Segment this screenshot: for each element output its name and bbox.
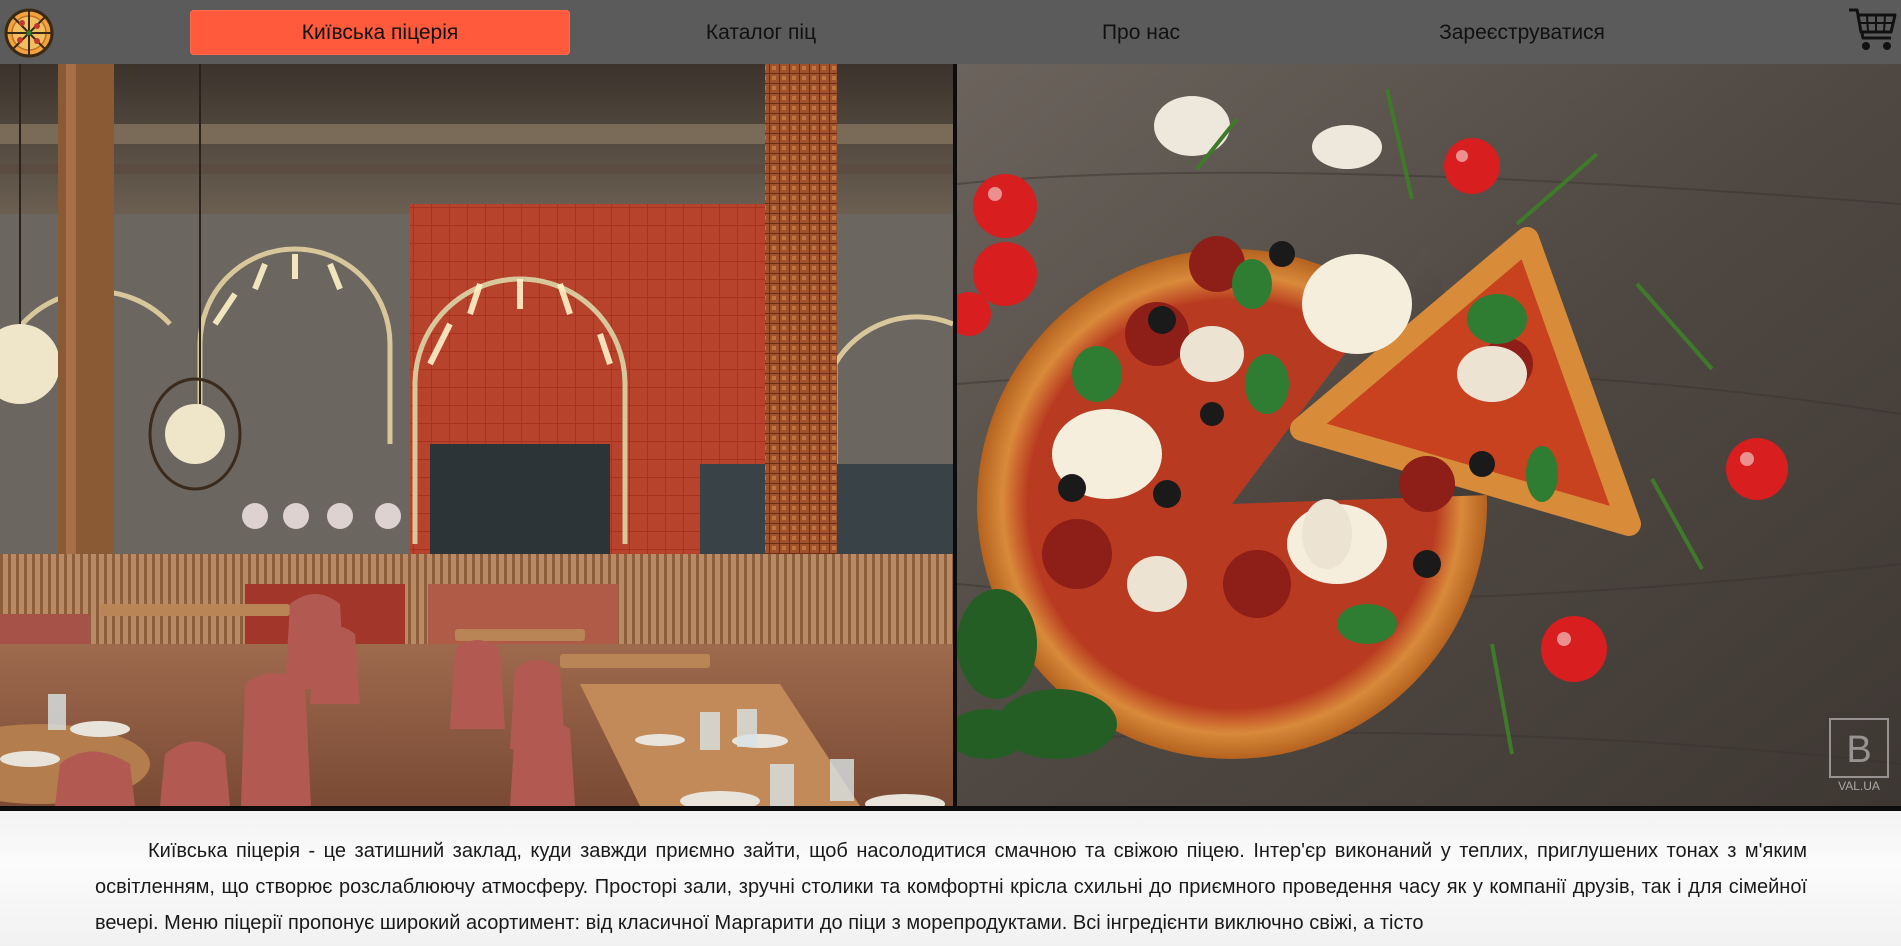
nav-home[interactable]: Київська піцерія [190, 10, 570, 55]
description-section: Київська піцерія - це затишний заклад, к… [0, 811, 1901, 946]
svg-text:B: B [1846, 729, 1871, 771]
nav-home-label: Київська піцерія [301, 20, 459, 44]
description-text: Київська піцерія - це затишний заклад, к… [95, 840, 1807, 934]
pizza-photo-image: B VAL.UA [957, 64, 1901, 806]
nav-register-label: Зареєструватися [1439, 20, 1605, 44]
nav-catalog-label: Каталог піц [705, 20, 817, 44]
shopping-cart-icon[interactable] [1847, 4, 1899, 56]
nav-catalog[interactable]: Каталог піц [571, 10, 951, 55]
top-navbar: Київська піцерія Каталог піц Про нас Зар… [0, 0, 1901, 64]
nav-register[interactable]: Зареєструватися [1332, 10, 1712, 55]
watermark-text: VAL.UA [1838, 779, 1880, 793]
restaurant-interior-image [0, 64, 953, 806]
nav-about-label: Про нас [1101, 20, 1181, 44]
nav-about[interactable]: Про нас [951, 10, 1331, 55]
pizza-logo-icon[interactable] [4, 8, 54, 58]
